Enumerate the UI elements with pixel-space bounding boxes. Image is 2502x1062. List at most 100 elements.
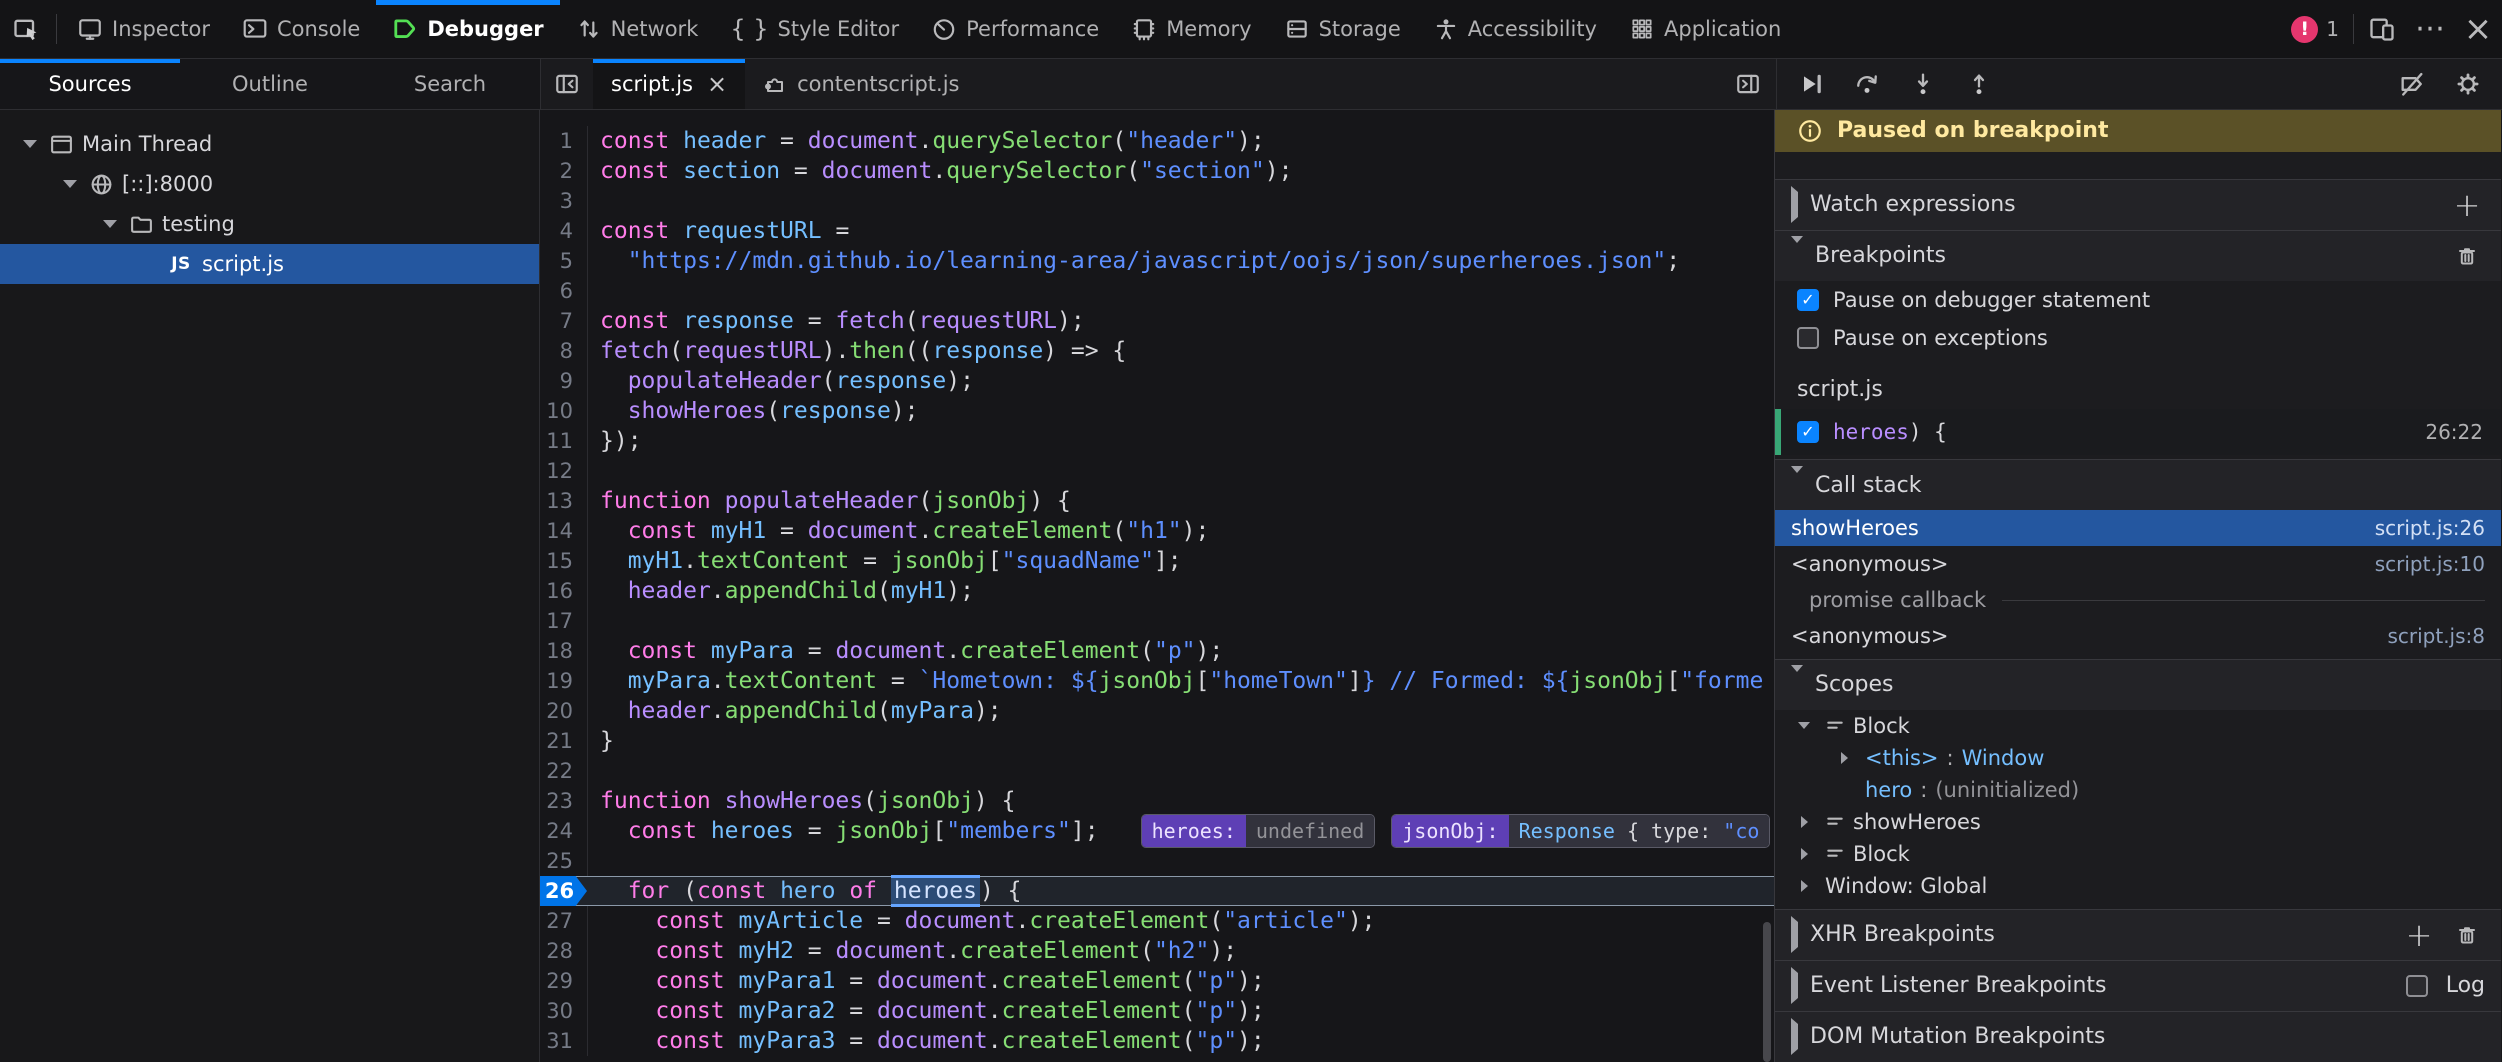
collapse-panes-button[interactable] [541, 59, 593, 109]
section-header-scopes[interactable]: Scopes [1775, 659, 2501, 710]
scope-node[interactable]: showHeroes [1775, 806, 2501, 838]
tab-storage[interactable]: Storage [1268, 0, 1417, 58]
line-number[interactable]: 25 [540, 846, 588, 876]
settings-button[interactable] [2440, 59, 2496, 109]
line-number[interactable]: 19 [540, 666, 588, 696]
step-in-button[interactable] [1895, 59, 1951, 109]
line-number[interactable]: 30 [540, 996, 588, 1026]
line-number[interactable]: 9 [540, 366, 588, 396]
line-number[interactable]: 3 [540, 186, 588, 216]
line-number[interactable]: 22 [540, 756, 588, 786]
section-title: XHR Breakpoints [1810, 922, 1995, 947]
checkbox[interactable]: ✓ [1797, 289, 1819, 311]
checkbox[interactable] [2406, 975, 2428, 997]
responsive-mode-button[interactable] [2358, 0, 2406, 58]
line-number[interactable]: 20 [540, 696, 588, 726]
code-editor[interactable]: 1const header = document.querySelector("… [540, 110, 1774, 1062]
remove-xhr-breakpoints-button[interactable] [2449, 923, 2485, 947]
line-number[interactable]: 14 [540, 516, 588, 546]
tree-item--8000[interactable]: [::]:8000 [0, 164, 539, 204]
line-number[interactable]: 29 [540, 966, 588, 996]
stack-frame[interactable]: promise callback [1775, 582, 2501, 618]
line-number[interactable]: 27 [540, 906, 588, 936]
step-out-button[interactable] [1951, 59, 2007, 109]
line-number[interactable]: 2 [540, 156, 588, 186]
line-number[interactable]: 1 [540, 126, 588, 156]
tab-application[interactable]: Application [1613, 0, 1797, 58]
line-number[interactable]: 7 [540, 306, 588, 336]
resume-button[interactable] [1783, 59, 1839, 109]
tree-item-testing[interactable]: testing [0, 204, 539, 244]
section-header-breakpoints[interactable]: Breakpoints [1775, 230, 2501, 281]
line-number[interactable]: 5 [540, 246, 588, 276]
pane-tab-outline[interactable]: Outline [180, 59, 360, 109]
tab-style-editor[interactable]: { }Style Editor [714, 0, 915, 58]
editor-tab-script[interactable]: script.js× [593, 59, 745, 109]
stack-frame[interactable]: <anonymous>script.js:8 [1775, 618, 2501, 654]
breakpoint-option[interactable]: ✓Pause on debugger statement [1775, 281, 2501, 319]
scope-node[interactable]: Block [1775, 710, 2501, 742]
line-number[interactable]: 26 [540, 876, 588, 906]
section-header-watch-expressions[interactable]: Watch expressions + [1775, 179, 2501, 230]
line-number[interactable]: 11 [540, 426, 588, 456]
meatball-menu-button[interactable]: ⋯ [2406, 0, 2454, 58]
error-indicator[interactable]: !1 [2281, 0, 2349, 58]
line-number[interactable]: 4 [540, 216, 588, 246]
pick-element-button[interactable] [0, 0, 52, 58]
remove-breakpoints-button[interactable] [2449, 244, 2485, 268]
section-header-event-listener-breakpoints[interactable]: Event Listener BreakpointsLog [1775, 960, 2501, 1011]
tree-item-main-thread[interactable]: Main Thread [0, 124, 539, 164]
tab-network[interactable]: Network [560, 0, 715, 58]
line-number[interactable]: 18 [540, 636, 588, 666]
stack-frame[interactable]: <anonymous>script.js:10 [1775, 546, 2501, 582]
chevron-down-icon [1791, 243, 1803, 268]
gear-icon [2454, 70, 2482, 98]
close-tab-icon[interactable]: × [707, 70, 727, 98]
tab-accessibility[interactable]: Accessibility [1417, 0, 1613, 58]
line-number[interactable]: 16 [540, 576, 588, 606]
stack-frame[interactable]: showHeroesscript.js:26 [1775, 510, 2501, 546]
close-devtools-button[interactable]: × [2454, 0, 2502, 58]
tab-memory[interactable]: Memory [1115, 0, 1267, 58]
tree-item-script-js[interactable]: JSscript.js [0, 244, 539, 284]
section-title: Breakpoints [1815, 243, 1946, 268]
line-number[interactable]: 15 [540, 546, 588, 576]
line-number[interactable]: 21 [540, 726, 588, 756]
line-number[interactable]: 6 [540, 276, 588, 306]
line-number[interactable]: 13 [540, 486, 588, 516]
add-watch-button[interactable]: + [2449, 189, 2485, 221]
section-header-call-stack[interactable]: Call stack [1775, 459, 2501, 510]
scope-node[interactable]: Window: Global [1775, 870, 2501, 902]
pane-tab-sources[interactable]: Sources [0, 59, 180, 109]
expand-panes-button[interactable] [1720, 59, 1776, 109]
line-number[interactable]: 23 [540, 786, 588, 816]
scope-node[interactable]: Block [1775, 838, 2501, 870]
line-number[interactable]: 8 [540, 336, 588, 366]
line-number[interactable]: 17 [540, 606, 588, 636]
step-over-button[interactable] [1839, 59, 1895, 109]
line-number[interactable]: 12 [540, 456, 588, 486]
tab-performance[interactable]: Performance [915, 0, 1115, 58]
line-number[interactable]: 24 [540, 816, 588, 846]
line-number[interactable]: 10 [540, 396, 588, 426]
editor-scrollbar[interactable] [1763, 922, 1771, 1062]
tab-inspector[interactable]: Inspector [61, 0, 226, 58]
tab-debugger[interactable]: Debugger [376, 0, 559, 58]
checkbox[interactable]: ✓ [1797, 421, 1819, 443]
line-number[interactable]: 28 [540, 936, 588, 966]
breakpoint-source: script.js [1775, 371, 2501, 409]
disable-breakpoints-button[interactable] [2384, 59, 2440, 109]
tab-console[interactable]: Console [226, 0, 376, 58]
scope-node[interactable]: <this>: Window [1775, 742, 2501, 774]
pane-tab-search[interactable]: Search [360, 59, 540, 109]
breakpoint-entry[interactable]: ✓heroes) {26:22 [1775, 409, 2501, 455]
checkbox[interactable] [1797, 327, 1819, 349]
line-number[interactable]: 31 [540, 1026, 588, 1056]
section-title: Watch expressions [1810, 192, 2016, 217]
editor-tab-contentscript[interactable]: contentscript.js [745, 59, 977, 109]
breakpoint-option[interactable]: Pause on exceptions [1775, 319, 2501, 357]
scope-node[interactable]: hero: (uninitialized) [1775, 774, 2501, 806]
add-xhr-breakpoint-button[interactable]: + [2401, 919, 2437, 951]
section-header-xhr-breakpoints[interactable]: XHR Breakpoints + [1775, 909, 2501, 960]
section-header-dom-mutation-breakpoints[interactable]: DOM Mutation Breakpoints [1775, 1011, 2501, 1062]
